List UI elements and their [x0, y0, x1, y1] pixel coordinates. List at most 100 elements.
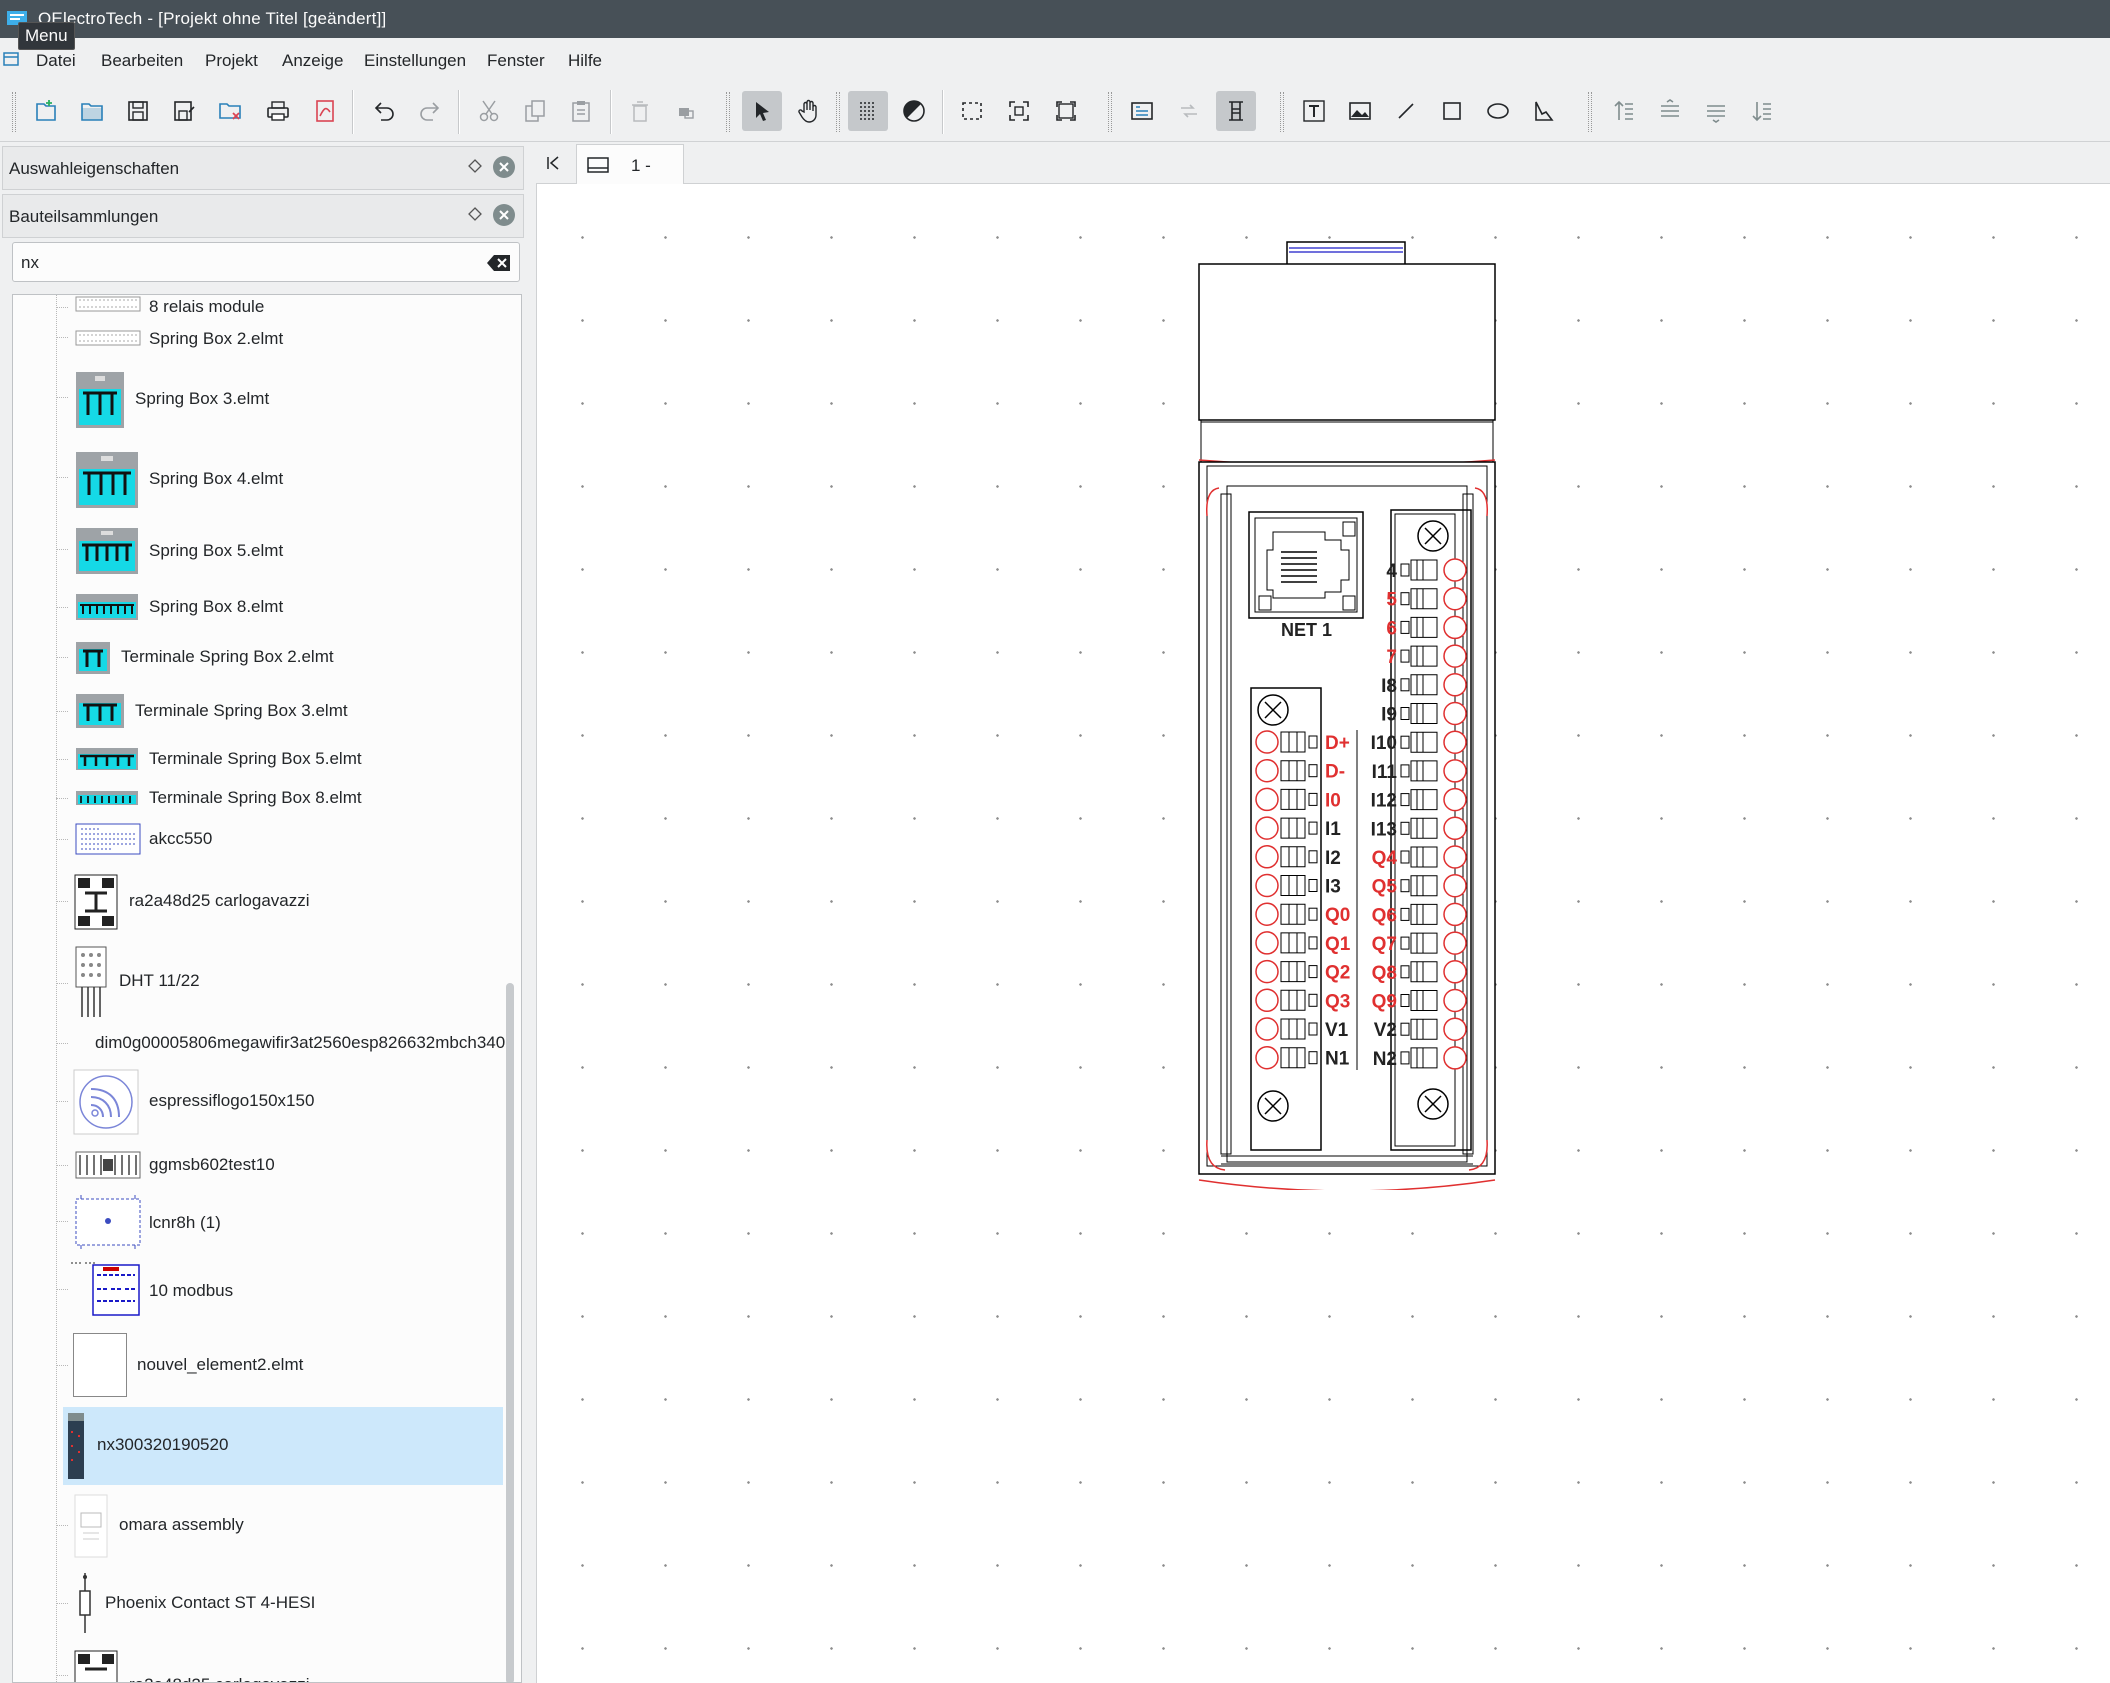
terminal-clamp	[1308, 907, 1318, 921]
open-icon[interactable]	[72, 91, 112, 131]
rotate-icon[interactable]	[666, 91, 706, 131]
search-input[interactable]	[21, 251, 461, 275]
toolbar-handle[interactable]	[1280, 92, 1284, 132]
lower-icon[interactable]	[1696, 91, 1736, 131]
move-hand-icon[interactable]	[789, 91, 829, 131]
select-icon[interactable]	[742, 91, 782, 131]
send-backward-icon[interactable]	[1742, 91, 1782, 131]
list-item[interactable]: lcnr8h (1)	[13, 1191, 493, 1251]
list-item[interactable]: Terminale Spring Box 3.elmt	[13, 687, 493, 735]
list-item[interactable]: espressiflogo150x150	[13, 1065, 493, 1139]
list-item[interactable]: akcc550	[13, 817, 493, 861]
terminal-clamp	[1308, 821, 1318, 835]
list-item[interactable]: Spring Box 8.elmt	[13, 585, 493, 629]
add-ellipse-icon[interactable]	[1478, 91, 1518, 131]
toolbar-handle[interactable]	[1588, 92, 1592, 132]
list-item[interactable]: Spring Box 2.elmt	[13, 325, 493, 357]
folio-link-icon[interactable]	[1169, 91, 1209, 131]
terminal-strip-icon[interactable]	[1216, 91, 1256, 131]
menu-einstellungen[interactable]: Einstellungen	[364, 51, 466, 71]
save-as-icon[interactable]	[164, 91, 204, 131]
list-item[interactable]: Phoenix Contact ST 4-HESI	[13, 1567, 493, 1639]
print-icon[interactable]	[258, 91, 298, 131]
list-item[interactable]: DHT 11/22	[13, 943, 493, 1021]
select-area-icon[interactable]	[952, 91, 992, 131]
add-text-icon[interactable]	[1294, 91, 1334, 131]
selection-properties-header[interactable]: Auswahleigenschaften	[2, 146, 524, 190]
first-folio-button[interactable]	[538, 146, 568, 180]
menu-fenster[interactable]: Fenster	[487, 51, 545, 71]
collections-header[interactable]: Bauteilsammlungen	[2, 194, 524, 238]
collections-search	[12, 242, 520, 282]
close-project-icon[interactable]	[210, 91, 250, 131]
add-folio-icon[interactable]	[1122, 91, 1162, 131]
raise-icon[interactable]	[1650, 91, 1690, 131]
add-polygon-icon[interactable]	[1524, 91, 1564, 131]
list-item[interactable]: Terminale Spring Box 5.elmt	[13, 741, 493, 777]
add-image-icon[interactable]	[1340, 91, 1380, 131]
menu-datei[interactable]: Datei	[36, 51, 76, 71]
close-panel-icon[interactable]	[493, 204, 515, 226]
list-item-selected[interactable]: nx300320190520	[63, 1407, 503, 1485]
list-item[interactable]: ra2a48d25 carlogavazzi	[13, 1645, 493, 1682]
menu-bar: Datei Bearbeiten Projekt Anzeige Einstel…	[0, 38, 2110, 84]
toolbar-handle[interactable]	[836, 92, 840, 132]
export-pdf-icon[interactable]	[305, 91, 345, 131]
plc-module-element[interactable]: NET 1 4 5 6 7 I8 I9 I10 I11 I12 I13 Q4 Q5 Q6 Q7 Q8 Q9 V2…	[1197, 240, 1497, 1190]
folio-tab[interactable]: 1 -	[576, 144, 684, 184]
terminal-clamp	[1308, 965, 1318, 979]
add-line-icon[interactable]	[1386, 91, 1426, 131]
tree-scrollbar[interactable]	[505, 295, 515, 1682]
grid-icon[interactable]	[848, 91, 888, 131]
terminal-screw	[1255, 959, 1279, 984]
menu-projekt[interactable]: Projekt	[205, 51, 258, 71]
terminal-screw	[1255, 816, 1279, 840]
diagram-canvas[interactable]: NET 1 4 5 6 7 I8 I9 I10 I11 I12 I13 Q4 Q5 Q6 Q7 Q8 Q9 V2…	[536, 184, 2110, 1683]
float-panel-icon[interactable]	[467, 206, 483, 222]
clear-search-icon[interactable]	[487, 254, 511, 272]
menu-hilfe[interactable]: Hilfe	[568, 51, 602, 71]
toggle-color-icon[interactable]	[894, 91, 934, 131]
window-title: QElectroTech - [Projekt ohne Titel [geän…	[38, 9, 387, 28]
list-item[interactable]: Terminale Spring Box 8.elmt	[13, 783, 493, 813]
list-item[interactable]: nouvel_element2.elmt	[13, 1329, 493, 1401]
list-item[interactable]: Spring Box 3.elmt	[13, 361, 493, 435]
terminal-screw	[1443, 615, 1467, 640]
collections-tree[interactable]: 8 relais module Spring Box 2.elmt Spring…	[12, 294, 522, 1683]
zoom-fit-icon[interactable]	[999, 91, 1039, 131]
toolbar-handle[interactable]	[12, 92, 16, 132]
list-item[interactable]: Spring Box 4.elmt	[13, 441, 493, 515]
close-panel-icon[interactable]	[493, 156, 515, 178]
list-item[interactable]: dim0g00005806megawifir3at2560esp826632mb…	[13, 1025, 515, 1061]
terminal-label: I10	[1371, 733, 1397, 754]
zoom-reset-icon[interactable]	[1046, 91, 1086, 131]
toolbar-handle[interactable]	[1108, 92, 1112, 132]
cut-icon[interactable]	[469, 91, 509, 131]
new-project-icon[interactable]	[26, 91, 66, 131]
paste-icon[interactable]	[561, 91, 601, 131]
list-item[interactable]: Terminale Spring Box 2.elmt	[13, 635, 493, 681]
list-item[interactable]: 8 relais module	[13, 295, 493, 319]
element-thumbnail	[74, 1494, 108, 1558]
add-rectangle-icon[interactable]	[1432, 91, 1472, 131]
list-item[interactable]: ra2a48d25 carlogavazzi	[13, 867, 493, 937]
menu-bearbeiten[interactable]: Bearbeiten	[101, 51, 183, 71]
bring-forward-icon[interactable]	[1604, 91, 1644, 131]
spring-box-thumbnail	[76, 694, 124, 728]
save-icon[interactable]	[118, 91, 158, 131]
hamburger-menu-icon[interactable]	[3, 51, 19, 67]
list-item[interactable]: ggmsb602test10	[13, 1143, 493, 1187]
delete-icon[interactable]	[620, 91, 660, 131]
fuse-terminal-thumbnail	[79, 1573, 91, 1633]
float-panel-icon[interactable]	[467, 158, 483, 174]
list-item[interactable]: omara assembly	[13, 1491, 493, 1561]
scrollbar-handle[interactable]	[506, 983, 514, 1682]
terminal-clamp	[1308, 993, 1318, 1007]
list-item[interactable]: Spring Box 5.elmt	[13, 521, 493, 579]
list-item[interactable]: 10 modbus	[13, 1257, 493, 1323]
undo-icon[interactable]	[364, 91, 404, 131]
redo-icon[interactable]	[410, 91, 450, 131]
copy-icon[interactable]	[515, 91, 555, 131]
menu-anzeige[interactable]: Anzeige	[282, 51, 343, 71]
toolbar-handle[interactable]	[726, 92, 730, 132]
